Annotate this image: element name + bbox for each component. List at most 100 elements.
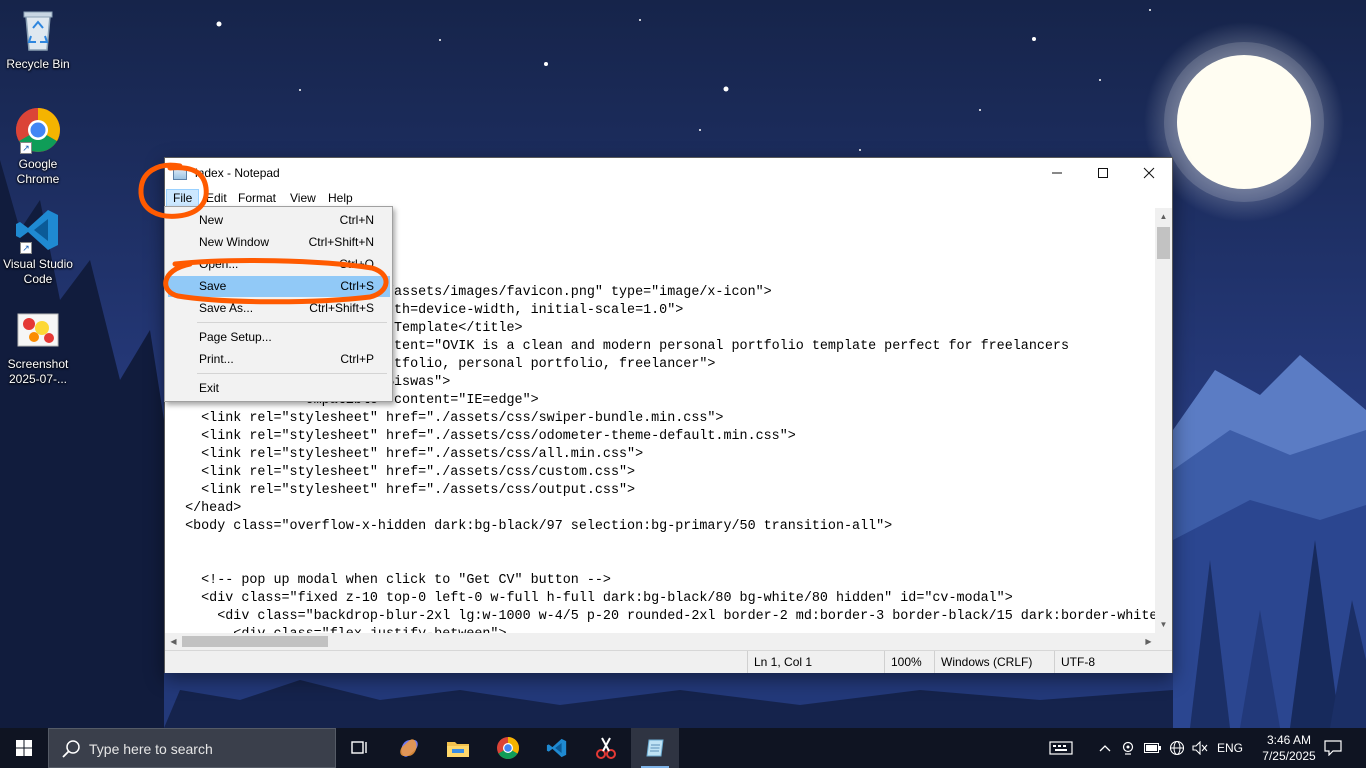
chevron-up-icon <box>1099 745 1111 752</box>
touch-keyboard-button[interactable] <box>1044 728 1078 768</box>
menu-item-new[interactable]: New Ctrl+N <box>168 210 390 231</box>
menu-item-label: Print... <box>199 352 234 366</box>
notifications-button[interactable] <box>1316 728 1350 768</box>
close-button[interactable] <box>1126 158 1172 188</box>
desktop-icon-screenshot[interactable]: Screenshot 2025-07-... <box>0 306 76 387</box>
status-zoom: 100% <box>884 651 934 673</box>
status-line-endings: Windows (CRLF) <box>934 651 1054 673</box>
snipping-tool-button[interactable] <box>582 728 630 768</box>
vertical-scroll-thumb[interactable] <box>1157 227 1170 259</box>
horizontal-scrollbar[interactable]: ◀ ▶ <box>165 633 1157 650</box>
horizontal-scroll-thumb[interactable] <box>182 636 328 647</box>
menu-item-label: Save <box>199 279 227 293</box>
menu-item-shortcut: Ctrl+O <box>338 257 374 271</box>
menu-item-page-setup[interactable]: Page Setup... <box>168 327 390 348</box>
menu-separator <box>197 373 387 374</box>
code-line: <link rel="stylesheet" href="./assets/cs… <box>169 465 636 480</box>
notepad-icon <box>173 166 187 180</box>
window-title: index - Notepad <box>195 166 280 180</box>
notepad-icon <box>646 739 664 757</box>
vscode-icon <box>546 738 567 758</box>
status-encoding: UTF-8 <box>1054 651 1157 673</box>
menu-item-label: New Window <box>199 235 270 249</box>
scroll-down-icon[interactable]: ▼ <box>1155 616 1172 633</box>
maximize-button[interactable] <box>1080 158 1126 188</box>
title-bar[interactable]: index - Notepad <box>165 158 1172 188</box>
snipping-tool-icon <box>596 737 616 759</box>
scroll-left-icon[interactable]: ◀ <box>165 633 182 650</box>
menu-item-shortcut: Ctrl+Shift+S <box>309 301 374 315</box>
copilot-button[interactable] <box>385 728 433 768</box>
desktop-icon-chrome[interactable]: ↗ Google Chrome <box>0 106 76 187</box>
code-line: <link rel="stylesheet" href="./assets/cs… <box>169 429 796 444</box>
menu-bar: File Edit Format View Help <box>165 188 1172 208</box>
menu-item-save-as[interactable]: Save As... Ctrl+Shift+S <box>168 298 390 319</box>
code-line: <link rel="stylesheet" href="./assets/cs… <box>169 411 724 426</box>
menu-help[interactable]: Help <box>322 189 359 207</box>
file-explorer-button[interactable] <box>434 728 482 768</box>
volume-button[interactable] <box>1189 728 1211 768</box>
image-file-icon <box>14 306 62 354</box>
menu-item-save[interactable]: Save Ctrl+S <box>168 276 390 297</box>
minimize-button[interactable] <box>1034 158 1080 188</box>
clock[interactable]: 3:46 AM 7/25/2025 <box>1252 732 1326 764</box>
taskbar: Type here to search ENG 3:46 AM 7/25/202… <box>0 728 1366 768</box>
minimize-icon <box>1052 172 1062 174</box>
notepad-taskbar-button[interactable] <box>631 728 679 768</box>
chrome-icon: ↗ <box>14 106 62 154</box>
code-line: <div class="fixed z-10 top-0 left-0 w-fu… <box>169 591 1013 606</box>
menu-separator <box>197 322 387 323</box>
menu-item-print[interactable]: Print... Ctrl+P <box>168 349 390 370</box>
chrome-icon <box>497 737 519 759</box>
search-placeholder: Type here to search <box>89 741 213 757</box>
menu-item-label: New <box>199 213 224 227</box>
windows-logo-icon <box>16 740 32 756</box>
menu-item-label: Save As... <box>199 301 254 315</box>
desktop-icon-vscode[interactable]: ↗ Visual Studio Code <box>0 206 76 287</box>
maximize-icon <box>1098 168 1108 178</box>
chrome-taskbar-button[interactable] <box>484 728 532 768</box>
meet-now-button[interactable] <box>1117 728 1139 768</box>
menu-item-label: Exit <box>199 381 220 395</box>
menu-format[interactable]: Format <box>232 189 282 207</box>
code-line: <div class="flex justify-between"> <box>169 626 1157 633</box>
code-line: <div class="backdrop-blur-2xl lg:w-1000 … <box>169 609 1157 624</box>
file-menu-dropdown: New Ctrl+N New Window Ctrl+Shift+N Open.… <box>164 206 393 402</box>
menu-view[interactable]: View <box>284 189 322 207</box>
code-line: <link rel="stylesheet" href="./assets/cs… <box>169 483 636 498</box>
menu-edit[interactable]: Edit <box>200 189 233 207</box>
status-cursor-position: Ln 1, Col 1 <box>747 651 883 673</box>
battery-icon <box>1144 743 1161 753</box>
menu-file[interactable]: File <box>166 189 200 207</box>
menu-item-new-window[interactable]: New Window Ctrl+Shift+N <box>168 232 390 253</box>
desktop-icon-label: Visual Studio Code <box>3 257 73 286</box>
vertical-scrollbar[interactable]: ▲ ▼ <box>1155 208 1172 633</box>
battery-button[interactable] <box>1141 728 1165 768</box>
taskbar-search-box[interactable]: Type here to search <box>48 728 336 768</box>
notification-icon <box>1324 740 1342 756</box>
start-button[interactable] <box>0 728 48 768</box>
scroll-up-icon[interactable]: ▲ <box>1155 208 1172 225</box>
close-icon <box>1143 167 1155 179</box>
shortcut-arrow-icon: ↗ <box>20 142 32 154</box>
menu-item-exit[interactable]: Exit <box>168 378 390 399</box>
desktop-icon-label: Recycle Bin <box>6 57 70 71</box>
menu-item-shortcut: Ctrl+S <box>340 279 374 293</box>
network-button[interactable] <box>1166 728 1188 768</box>
vscode-icon: ↗ <box>14 206 62 254</box>
show-hidden-icons-button[interactable] <box>1094 728 1116 768</box>
recycle-bin-icon <box>14 6 62 54</box>
desktop-icon-recycle-bin[interactable]: Recycle Bin <box>0 6 76 72</box>
copilot-icon <box>400 739 418 757</box>
scroll-corner <box>1155 633 1172 650</box>
task-view-icon <box>351 741 367 754</box>
desktop-icon-label: Screenshot 2025-07-... <box>7 357 69 386</box>
task-view-button[interactable] <box>336 728 384 768</box>
search-icon <box>62 740 80 758</box>
code-line: </head> <box>169 501 242 516</box>
language-indicator[interactable]: ENG <box>1212 728 1248 768</box>
vscode-taskbar-button[interactable] <box>533 728 581 768</box>
code-line: <body class="overflow-x-hidden dark:bg-b… <box>169 519 893 534</box>
menu-item-open[interactable]: Open... Ctrl+O <box>168 254 390 275</box>
